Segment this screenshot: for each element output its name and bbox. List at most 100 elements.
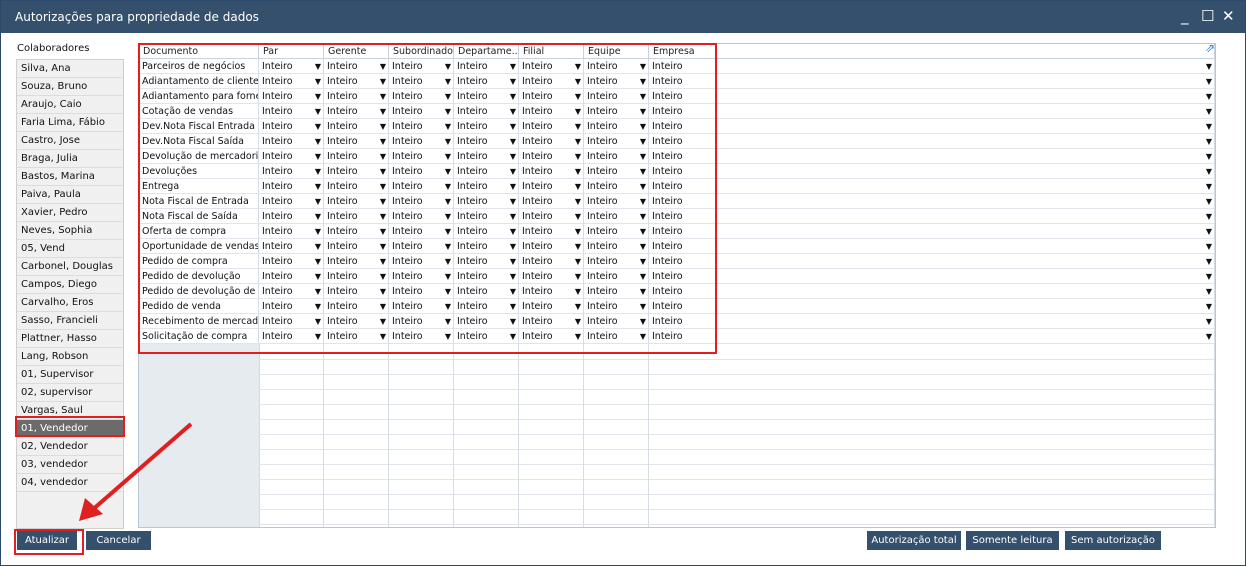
authorization-dropdown[interactable]: Inteiro ▼ bbox=[259, 329, 324, 344]
authorization-dropdown[interactable]: Inteiro ▼ bbox=[324, 239, 389, 254]
dropdown-arrow-icon[interactable]: ▼ bbox=[315, 254, 321, 268]
authorization-dropdown[interactable]: Inteiro ▼ bbox=[389, 89, 454, 104]
authorization-dropdown[interactable]: Inteiro ▼ bbox=[454, 299, 519, 314]
authorization-dropdown[interactable]: Inteiro ▼ bbox=[649, 209, 1215, 224]
dropdown-arrow-icon[interactable]: ▼ bbox=[510, 239, 516, 253]
employee-item[interactable]: Araujo, Caio bbox=[17, 96, 123, 114]
authorization-dropdown[interactable]: Inteiro ▼ bbox=[584, 314, 649, 329]
dropdown-arrow-icon[interactable]: ▼ bbox=[445, 329, 451, 343]
authorization-dropdown[interactable]: Inteiro ▼ bbox=[454, 254, 519, 269]
column-header[interactable]: Departame... bbox=[454, 44, 519, 59]
authorization-dropdown[interactable]: Inteiro ▼ bbox=[454, 89, 519, 104]
dropdown-arrow-icon[interactable]: ▼ bbox=[380, 134, 386, 148]
dropdown-arrow-icon[interactable]: ▼ bbox=[575, 284, 581, 298]
authorization-dropdown[interactable]: Inteiro ▼ bbox=[454, 194, 519, 209]
authorization-dropdown[interactable]: Inteiro ▼ bbox=[389, 209, 454, 224]
authorization-dropdown[interactable]: Inteiro ▼ bbox=[519, 134, 584, 149]
authorization-dropdown[interactable]: Inteiro ▼ bbox=[259, 209, 324, 224]
employee-item[interactable]: 03, vendedor bbox=[17, 456, 123, 474]
authorization-dropdown[interactable]: Inteiro ▼ bbox=[259, 149, 324, 164]
dropdown-arrow-icon[interactable]: ▼ bbox=[510, 254, 516, 268]
dropdown-arrow-icon[interactable]: ▼ bbox=[445, 104, 451, 118]
dropdown-arrow-icon[interactable]: ▼ bbox=[445, 119, 451, 133]
dropdown-arrow-icon[interactable]: ▼ bbox=[315, 59, 321, 73]
update-button[interactable]: Atualizar bbox=[17, 531, 77, 550]
dropdown-arrow-icon[interactable]: ▼ bbox=[380, 299, 386, 313]
dropdown-arrow-icon[interactable]: ▼ bbox=[315, 149, 321, 163]
authorization-dropdown[interactable]: Inteiro ▼ bbox=[519, 119, 584, 134]
employee-item[interactable]: Bastos, Marina bbox=[17, 168, 123, 186]
dropdown-arrow-icon[interactable]: ▼ bbox=[1206, 89, 1212, 103]
employee-item[interactable]: Neves, Sophia bbox=[17, 222, 123, 240]
no-authorization-button[interactable]: Sem autorização bbox=[1065, 531, 1161, 550]
employee-item[interactable]: Souza, Bruno bbox=[17, 78, 123, 96]
dropdown-arrow-icon[interactable]: ▼ bbox=[640, 59, 646, 73]
dropdown-arrow-icon[interactable]: ▼ bbox=[510, 89, 516, 103]
dropdown-arrow-icon[interactable]: ▼ bbox=[315, 224, 321, 238]
cancel-button[interactable]: Cancelar bbox=[86, 531, 151, 550]
dropdown-arrow-icon[interactable]: ▼ bbox=[445, 314, 451, 328]
employee-item[interactable]: 05, Vend bbox=[17, 240, 123, 258]
dropdown-arrow-icon[interactable]: ▼ bbox=[1206, 254, 1212, 268]
authorization-dropdown[interactable]: Inteiro ▼ bbox=[584, 299, 649, 314]
authorization-dropdown[interactable]: Inteiro ▼ bbox=[649, 59, 1215, 74]
employee-item[interactable]: Paiva, Paula bbox=[17, 186, 123, 204]
employee-item[interactable]: Faria Lima, Fábio bbox=[17, 114, 123, 132]
authorization-dropdown[interactable]: Inteiro ▼ bbox=[519, 239, 584, 254]
dropdown-arrow-icon[interactable]: ▼ bbox=[380, 149, 386, 163]
employee-item[interactable]: Xavier, Pedro bbox=[17, 204, 123, 222]
dropdown-arrow-icon[interactable]: ▼ bbox=[380, 224, 386, 238]
authorization-dropdown[interactable]: Inteiro ▼ bbox=[519, 269, 584, 284]
authorization-dropdown[interactable]: Inteiro ▼ bbox=[454, 104, 519, 119]
column-header[interactable]: Filial bbox=[519, 44, 584, 59]
authorization-dropdown[interactable]: Inteiro ▼ bbox=[649, 149, 1215, 164]
dropdown-arrow-icon[interactable]: ▼ bbox=[1206, 239, 1212, 253]
dropdown-arrow-icon[interactable]: ▼ bbox=[380, 89, 386, 103]
authorization-dropdown[interactable]: Inteiro ▼ bbox=[649, 284, 1215, 299]
authorization-dropdown[interactable]: Inteiro ▼ bbox=[324, 284, 389, 299]
employee-item[interactable]: Carvalho, Eros bbox=[17, 294, 123, 312]
dropdown-arrow-icon[interactable]: ▼ bbox=[510, 74, 516, 88]
authorization-dropdown[interactable]: Inteiro ▼ bbox=[324, 59, 389, 74]
authorization-dropdown[interactable]: Inteiro ▼ bbox=[324, 209, 389, 224]
column-header[interactable]: Documento bbox=[139, 44, 259, 59]
authorization-dropdown[interactable]: Inteiro ▼ bbox=[584, 119, 649, 134]
dropdown-arrow-icon[interactable]: ▼ bbox=[640, 89, 646, 103]
dropdown-arrow-icon[interactable]: ▼ bbox=[575, 179, 581, 193]
authorization-dropdown[interactable]: Inteiro ▼ bbox=[519, 299, 584, 314]
dropdown-arrow-icon[interactable]: ▼ bbox=[640, 194, 646, 208]
authorization-dropdown[interactable]: Inteiro ▼ bbox=[324, 329, 389, 344]
dropdown-arrow-icon[interactable]: ▼ bbox=[575, 74, 581, 88]
dropdown-arrow-icon[interactable]: ▼ bbox=[1206, 224, 1212, 238]
dropdown-arrow-icon[interactable]: ▼ bbox=[315, 239, 321, 253]
dropdown-arrow-icon[interactable]: ▼ bbox=[640, 224, 646, 238]
dropdown-arrow-icon[interactable]: ▼ bbox=[445, 134, 451, 148]
dropdown-arrow-icon[interactable]: ▼ bbox=[380, 194, 386, 208]
authorization-dropdown[interactable]: Inteiro ▼ bbox=[389, 74, 454, 89]
authorization-dropdown[interactable]: Inteiro ▼ bbox=[259, 269, 324, 284]
authorization-dropdown[interactable]: Inteiro ▼ bbox=[259, 224, 324, 239]
authorization-dropdown[interactable]: Inteiro ▼ bbox=[259, 134, 324, 149]
dropdown-arrow-icon[interactable]: ▼ bbox=[315, 284, 321, 298]
dropdown-arrow-icon[interactable]: ▼ bbox=[510, 164, 516, 178]
authorization-dropdown[interactable]: Inteiro ▼ bbox=[259, 74, 324, 89]
dropdown-arrow-icon[interactable]: ▼ bbox=[445, 194, 451, 208]
dropdown-arrow-icon[interactable]: ▼ bbox=[380, 269, 386, 283]
authorization-dropdown[interactable]: Inteiro ▼ bbox=[324, 179, 389, 194]
dropdown-arrow-icon[interactable]: ▼ bbox=[380, 209, 386, 223]
authorization-dropdown[interactable]: Inteiro ▼ bbox=[649, 89, 1215, 104]
authorization-dropdown[interactable]: Inteiro ▼ bbox=[259, 299, 324, 314]
authorization-dropdown[interactable]: Inteiro ▼ bbox=[649, 299, 1215, 314]
authorization-dropdown[interactable]: Inteiro ▼ bbox=[649, 329, 1215, 344]
authorization-dropdown[interactable]: Inteiro ▼ bbox=[649, 314, 1215, 329]
dropdown-arrow-icon[interactable]: ▼ bbox=[1206, 104, 1212, 118]
authorization-dropdown[interactable]: Inteiro ▼ bbox=[259, 194, 324, 209]
authorization-dropdown[interactable]: Inteiro ▼ bbox=[519, 164, 584, 179]
authorization-dropdown[interactable]: Inteiro ▼ bbox=[649, 224, 1215, 239]
authorization-dropdown[interactable]: Inteiro ▼ bbox=[519, 179, 584, 194]
authorization-dropdown[interactable]: Inteiro ▼ bbox=[259, 119, 324, 134]
authorization-dropdown[interactable]: Inteiro ▼ bbox=[519, 149, 584, 164]
authorization-dropdown[interactable]: Inteiro ▼ bbox=[584, 164, 649, 179]
dropdown-arrow-icon[interactable]: ▼ bbox=[640, 269, 646, 283]
authorization-dropdown[interactable]: Inteiro ▼ bbox=[389, 119, 454, 134]
